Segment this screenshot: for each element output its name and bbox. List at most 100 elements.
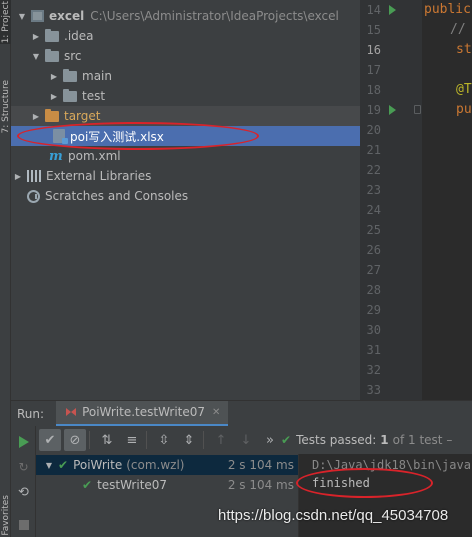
test-row-class[interactable]: ▼ ✔ PoiWrite (com.wzl) 2 s 104 ms [36, 455, 298, 475]
test-package: (com.wzl) [126, 458, 185, 472]
show-ignored-button[interactable]: ⊘ [64, 429, 86, 451]
tree-row-idea[interactable]: ▶ .idea [11, 26, 360, 46]
sort-alpha-icon: ⇅ [101, 432, 113, 448]
stop-button[interactable] [15, 516, 32, 533]
run-test-icon[interactable] [388, 4, 401, 17]
stop-icon [18, 519, 29, 530]
line-number: 29 [366, 303, 381, 317]
chevron-down-icon[interactable]: ▼ [31, 51, 41, 61]
expand-all-icon: ⇳ [158, 432, 170, 448]
previous-failed-button[interactable]: ↑ [210, 429, 232, 451]
tests-status: ✔ Tests passed: 1 of 1 test – [281, 433, 452, 447]
fold-icon[interactable] [414, 105, 421, 114]
line-number: 19 [366, 103, 381, 117]
watermark-text: https://blog.csdn.net/qq_45034708 [218, 507, 449, 524]
close-icon[interactable]: ✕ [212, 407, 220, 418]
xlsx-file-icon [53, 129, 68, 144]
tree-row-test[interactable]: ▶ test [11, 86, 360, 106]
tree-row-excel[interactable]: ▼ excel C:\Users\Administrator\IdeaProje… [11, 6, 360, 26]
tree-row-pom[interactable]: m pom.xml [11, 146, 360, 166]
line-number: 15 [366, 23, 381, 37]
line-number: 21 [366, 143, 381, 157]
junit-config-icon [66, 407, 77, 417]
chevron-right-icon[interactable]: ▶ [13, 171, 23, 181]
test-name: testWrite07 [97, 478, 168, 492]
chevron-down-icon[interactable]: ▼ [17, 11, 27, 21]
chevron-right-icon[interactable]: ▶ [31, 31, 41, 41]
test-name: PoiWrite [73, 458, 123, 472]
favorites-tool-tab[interactable]: 2: Favorites [0, 495, 11, 537]
tree-row-target[interactable]: ▶ target [11, 106, 360, 126]
collapse-all-button[interactable]: ⇕ [178, 429, 200, 451]
project-path: C:\Users\Administrator\IdeaProjects\exce… [90, 9, 339, 23]
run-panel-header: Run: PoiWrite.testWrite07 ✕ [11, 400, 472, 427]
chevron-right-icon[interactable]: ▶ [49, 91, 59, 101]
console-output-line: finished [312, 476, 370, 490]
run-side-toolbar: ↻ ⟲ [11, 426, 36, 537]
test-row-method[interactable]: ✔ testWrite07 2 s 104 ms [36, 475, 298, 495]
check-icon: ✔ [58, 458, 69, 472]
code-editor[interactable]: public // st @T pu [422, 0, 472, 400]
test-duration: 2 s 104 ms [227, 478, 294, 492]
run-panel-title: Run: [17, 406, 45, 421]
rerun-button[interactable] [15, 433, 32, 450]
line-number-current: 16 [366, 43, 381, 57]
run-test-icon[interactable] [388, 104, 401, 117]
check-icon: ✔ [44, 432, 56, 448]
more-actions-button[interactable]: » [263, 429, 277, 451]
expand-all-button[interactable]: ⇳ [153, 429, 175, 451]
line-number: 23 [366, 183, 381, 197]
line-number: 25 [366, 223, 381, 237]
tests-passed-count: 1 [380, 433, 389, 447]
editor-gutter: 14 15 16 17 18 19 20 21 22 23 24 25 26 2… [360, 0, 422, 400]
chevron-right-icon[interactable]: ▶ [31, 111, 41, 121]
tree-label: .idea [64, 29, 94, 43]
module-icon [31, 10, 44, 22]
test-toolbar: ✔ ⊘ ⇅ ≡ ⇳ ⇕ ↑ ↓ » ✔ Tests passed: 1 of 1… [36, 426, 472, 454]
tree-label: main [82, 69, 112, 83]
project-tool-tab[interactable]: 1: Project [0, 0, 11, 44]
next-failed-button[interactable]: ↓ [235, 429, 257, 451]
line-number: 24 [366, 203, 381, 217]
tree-label: excel [49, 9, 85, 23]
tree-row-src[interactable]: ▼ src [11, 46, 360, 66]
folder-orange-icon [45, 108, 59, 122]
line-number: 18 [366, 83, 381, 97]
sort-by-duration-button[interactable]: ≡ [121, 429, 143, 451]
scratches-icon [27, 189, 40, 203]
folder-icon [63, 68, 77, 82]
tree-row-scratches[interactable]: Scratches and Consoles [11, 186, 360, 206]
line-number: 30 [366, 323, 381, 337]
check-icon: ✔ [281, 433, 292, 447]
rerun-failed-button[interactable]: ↻ [15, 458, 32, 475]
play-icon [18, 435, 29, 448]
chevron-down-icon[interactable]: ▼ [44, 461, 54, 470]
run-config-tab[interactable]: PoiWrite.testWrite07 ✕ [56, 400, 229, 427]
tree-label: Scratches and Consoles [45, 189, 189, 203]
toggle-auto-test-button[interactable]: ⟲ [15, 484, 32, 501]
folder-icon [63, 88, 77, 102]
arrow-down-icon: ↓ [240, 432, 252, 448]
tree-label: test [82, 89, 106, 103]
tree-row-xlsx[interactable]: poi写入测试.xlsx [11, 126, 360, 146]
tool-window-strip: 1: Project 7: Structure 2: Favorites [0, 0, 11, 537]
chevron-right-icon[interactable]: ▶ [49, 71, 59, 81]
tree-label: External Libraries [46, 169, 152, 183]
structure-tab-label: 7: Structure [0, 80, 11, 134]
code-line: public [424, 2, 471, 17]
tests-passed-label: Tests passed: [296, 433, 377, 447]
structure-tool-tab[interactable]: 7: Structure [0, 62, 11, 152]
tree-row-external-libraries[interactable]: ▶ External Libraries [11, 166, 360, 186]
sort-alphabetically-button[interactable]: ⇅ [96, 429, 118, 451]
console-output[interactable]: D:\Java\jdk18\bin\java. finished [298, 454, 472, 537]
folder-icon [45, 48, 59, 62]
line-number: 32 [366, 363, 381, 377]
tree-row-main[interactable]: ▶ main [11, 66, 360, 86]
tests-total-text: of 1 test – [392, 433, 453, 447]
show-passed-button[interactable]: ✔ [39, 429, 61, 451]
project-tree: ▼ excel C:\Users\Administrator\IdeaProje… [11, 0, 360, 400]
line-number: 20 [366, 123, 381, 137]
line-number: 17 [366, 63, 381, 77]
auto-test-icon: ⟲ [18, 485, 29, 500]
check-icon: ✔ [82, 478, 93, 492]
